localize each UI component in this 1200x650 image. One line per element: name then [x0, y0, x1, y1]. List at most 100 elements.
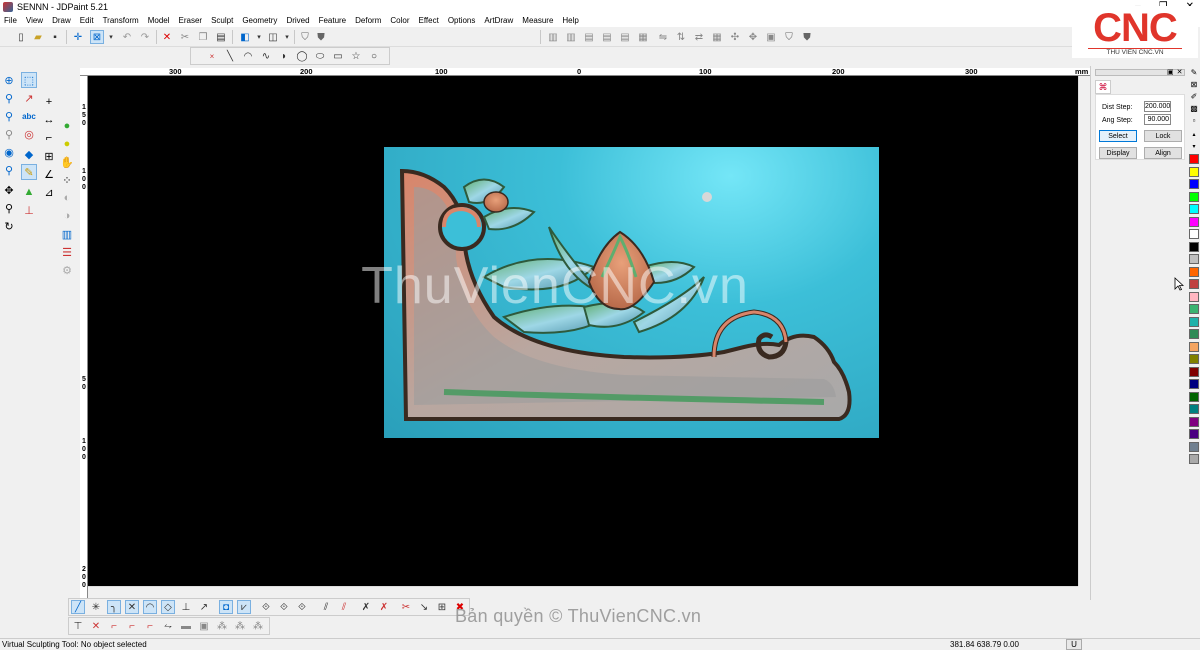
- measure-icon[interactable]: ⊥: [21, 202, 37, 218]
- pan-icon[interactable]: ✥: [1, 182, 17, 198]
- dots-icon[interactable]: ⁘: [59, 172, 75, 188]
- light-bulb-icon[interactable]: ●: [59, 118, 75, 134]
- align-button[interactable]: Align: [1144, 147, 1182, 159]
- menu-file[interactable]: File: [4, 16, 17, 25]
- grid-icon[interactable]: ▦: [710, 30, 724, 44]
- color-swatch[interactable]: [1189, 416, 1199, 427]
- align-center-icon[interactable]: ▥: [564, 30, 578, 44]
- gear-icon[interactable]: ⚙: [59, 262, 75, 278]
- color-swatch[interactable]: [1189, 229, 1199, 239]
- drawing-viewport[interactable]: [88, 76, 1078, 586]
- panel-tab-sculpt[interactable]: ⌘: [1095, 80, 1111, 94]
- extend-icon[interactable]: ↘: [417, 600, 431, 614]
- redo-icon[interactable]: ↷: [138, 30, 152, 44]
- open-folder-icon[interactable]: ▰: [31, 30, 45, 44]
- eyedropper-icon[interactable]: ✐: [1189, 92, 1199, 102]
- align-middle-icon[interactable]: ▤: [600, 30, 614, 44]
- new-file-icon[interactable]: ▯: [14, 30, 28, 44]
- color-swatch[interactable]: [1189, 316, 1199, 327]
- stack-icon[interactable]: ☰: [59, 244, 75, 260]
- pin-icon[interactable]: ▣: [1167, 68, 1174, 76]
- menu-feature[interactable]: Feature: [319, 16, 347, 25]
- menu-options[interactable]: Options: [448, 16, 476, 25]
- mirror-v-icon[interactable]: ⇅: [674, 30, 688, 44]
- project-icon[interactable]: ⊿: [41, 184, 57, 200]
- snap-point-icon[interactable]: ✳: [89, 600, 103, 614]
- menu-effect[interactable]: Effect: [419, 16, 439, 25]
- layer-icon[interactable]: ▥: [59, 226, 75, 242]
- smooth-icon[interactable]: ◑: [59, 208, 75, 224]
- menu-transform[interactable]: Transform: [103, 16, 139, 25]
- split-icon[interactable]: ⊞: [435, 600, 449, 614]
- color-swatch[interactable]: [1189, 379, 1199, 389]
- menu-eraser[interactable]: Eraser: [179, 16, 203, 25]
- color-swatch[interactable]: [1189, 454, 1199, 464]
- paste-icon[interactable]: ▤: [214, 30, 228, 44]
- pen-icon[interactable]: ✎: [1189, 68, 1199, 78]
- lock-button[interactable]: Lock: [1144, 130, 1182, 142]
- distribute-icon[interactable]: ▦: [636, 30, 650, 44]
- color-swatch[interactable]: [1189, 366, 1199, 377]
- crosshair-icon[interactable]: ✛: [71, 30, 85, 44]
- align-top-icon[interactable]: ▤: [582, 30, 596, 44]
- text-tool-icon[interactable]: abc: [21, 108, 37, 124]
- line-edit-icon[interactable]: ▬: [179, 619, 193, 633]
- menu-sculpt[interactable]: Sculpt: [211, 16, 233, 25]
- color-swatch[interactable]: [1189, 429, 1199, 439]
- arc-icon[interactable]: ◠: [241, 49, 255, 63]
- color-swatch[interactable]: [1189, 166, 1199, 177]
- fill-icon[interactable]: ◆: [21, 146, 37, 162]
- spline-icon[interactable]: ∿: [259, 49, 273, 63]
- color-swatch[interactable]: [1189, 354, 1199, 364]
- menu-edit[interactable]: Edit: [80, 16, 94, 25]
- color-swatch[interactable]: [1189, 291, 1199, 302]
- color-swatch[interactable]: [1189, 204, 1199, 214]
- select-rect-icon[interactable]: ⬚: [21, 72, 37, 88]
- break-icon[interactable]: ✗: [359, 600, 373, 614]
- color-swatch[interactable]: [1189, 404, 1199, 414]
- chevron-down-icon[interactable]: ▾: [104, 30, 118, 44]
- delete-icon[interactable]: ✕: [160, 30, 174, 44]
- menu-draw[interactable]: Draw: [52, 16, 71, 25]
- shield-filled-icon[interactable]: ⛊: [314, 30, 328, 44]
- ang-step-input[interactable]: 90.000: [1144, 114, 1171, 125]
- snap-grid3-icon[interactable]: ⟐: [295, 600, 309, 614]
- trim-icon[interactable]: ✂: [399, 600, 413, 614]
- half-circle-icon[interactable]: ◗: [277, 49, 291, 63]
- box-edit-icon[interactable]: ▣: [197, 619, 211, 633]
- display-button[interactable]: Display: [1099, 147, 1137, 159]
- snap-tangent-icon[interactable]: ↗: [197, 600, 211, 614]
- break2-icon[interactable]: ✗: [377, 600, 391, 614]
- chevron-down-icon[interactable]: ▾: [280, 30, 294, 44]
- snap-intersect-icon[interactable]: ✕: [125, 600, 139, 614]
- corner-chamfer-icon[interactable]: ⌐: [125, 619, 139, 633]
- menu-help[interactable]: Help: [562, 16, 578, 25]
- color-swatch[interactable]: [1189, 254, 1199, 264]
- color-swatch[interactable]: [1189, 191, 1199, 202]
- menu-model[interactable]: Model: [148, 16, 170, 25]
- no-color-icon[interactable]: ⊠: [1189, 80, 1199, 90]
- corner-fillet-icon[interactable]: ⌐: [143, 619, 157, 633]
- pattern-icon[interactable]: ▩: [1189, 104, 1199, 114]
- menu-artdraw[interactable]: ArtDraw: [484, 16, 513, 25]
- color-swatch[interactable]: [1189, 441, 1199, 452]
- horizontal-scrollbar[interactable]: [88, 586, 1078, 598]
- corner-round-icon[interactable]: ⌐: [107, 619, 121, 633]
- cluster3-icon[interactable]: ⁂: [251, 619, 265, 633]
- axis2-icon[interactable]: ⫽: [337, 600, 351, 614]
- scroll-up-icon[interactable]: ▴: [1189, 130, 1199, 140]
- snap-line-icon[interactable]: ╱: [71, 600, 85, 614]
- corner-icon[interactable]: ⌐: [41, 130, 57, 146]
- save-icon[interactable]: ▪: [48, 30, 62, 44]
- mountain-icon[interactable]: ▲: [21, 184, 37, 200]
- snap-grid-icon[interactable]: ⟐: [259, 600, 273, 614]
- frame-icon[interactable]: ⊞: [41, 148, 57, 164]
- color-swatch[interactable]: [1189, 216, 1199, 227]
- pink-swatch-icon[interactable]: ▫: [1189, 116, 1199, 126]
- ellipse-icon[interactable]: ⬭: [313, 49, 327, 63]
- dimension-icon[interactable]: ↔: [41, 112, 57, 128]
- color-swatch[interactable]: [1189, 241, 1199, 252]
- box-view-icon[interactable]: ◫: [266, 30, 280, 44]
- drop-icon[interactable]: ◐: [59, 190, 75, 206]
- group-icon[interactable]: ▣: [764, 30, 778, 44]
